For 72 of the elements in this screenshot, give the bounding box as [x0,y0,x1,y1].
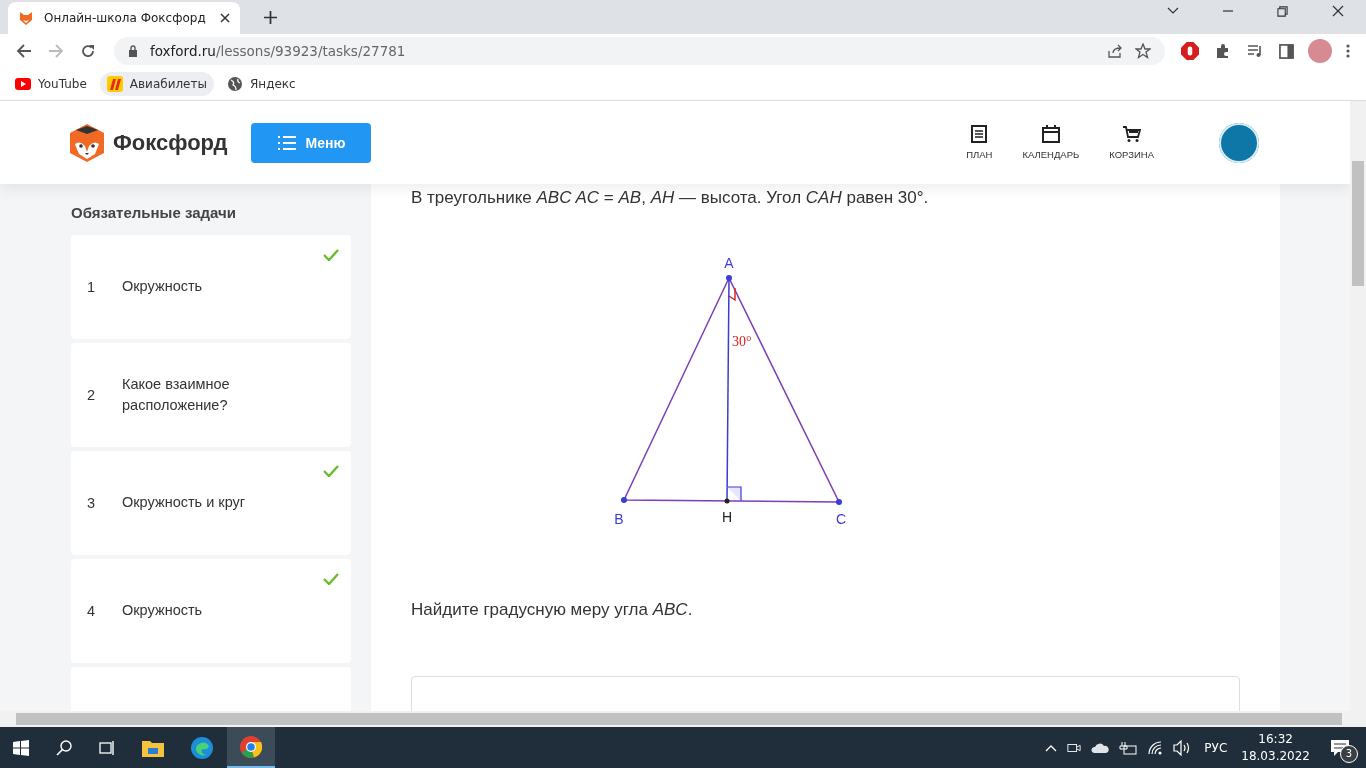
url-text: foxford.ru/lessons/93923/tasks/27781 [150,43,406,59]
folder-icon[interactable] [142,738,164,757]
horizontal-scrollbar[interactable] [0,711,1366,727]
point-label: A [724,255,734,271]
close-icon[interactable] [1332,5,1344,17]
wifi-icon[interactable] [1147,739,1164,756]
task-statement: В треугольнике ABC AC = AB, AH — высота. Угол CAH равен 30°. [411,188,930,208]
edge-icon[interactable] [191,736,213,759]
bookmark[interactable]: Авиабилеты [99,72,214,96]
puzzle-icon[interactable] [1215,43,1231,59]
calendar-icon [1041,125,1060,143]
tickets-icon [106,76,123,92]
search-icon[interactable] [56,739,72,756]
task-number: 2 [87,387,97,403]
vertical-scrollbar[interactable] [1350,101,1366,711]
chevron-up-icon[interactable] [1045,743,1058,752]
chevron-down-icon[interactable] [1167,7,1179,15]
speaker-icon[interactable] [1173,739,1192,756]
nav-link[interactable]: КАЛЕНДАРЬ [1022,125,1080,160]
task-card[interactable]: 2 Какое взаимное расположение? [71,343,351,447]
taskbar-button[interactable] [227,727,275,768]
close-icon[interactable] [220,13,230,23]
angle-label: 30° [732,334,752,349]
task-title: Окружность [122,277,204,297]
reload-icon[interactable] [80,43,96,59]
clock[interactable]: 16:32 18.03.2022 [1241,730,1310,765]
browser-tab[interactable]: Онлайн-школа Фоксфорд [8,2,240,34]
notification-badge: 3 [1340,744,1358,763]
task-card[interactable]: 1 Окружность [71,235,351,339]
globe-icon [226,76,243,92]
share-icon[interactable] [1107,43,1123,59]
task-number: 3 [87,495,97,511]
fox-logo-icon[interactable] [70,123,104,162]
avatar-icon[interactable] [1219,122,1259,163]
fox-icon [18,10,34,26]
task-title: Какое взаимное расположение? [122,375,231,415]
bookmark[interactable]: YouTube [8,73,94,95]
restore-icon[interactable] [1277,5,1288,17]
task-title: Окружность [122,601,204,621]
browser-icon [240,735,262,758]
document-icon [971,125,988,143]
windows-icon[interactable] [13,739,29,756]
playlist-icon[interactable] [1247,43,1263,59]
site-logo[interactable]: Фоксфорд [113,129,228,156]
list-icon [277,135,296,150]
new-tab-icon[interactable] [264,11,277,24]
language-indicator[interactable]: РУС [1204,740,1228,755]
sidebar-title: Обязательные задачи [71,204,237,221]
tab-title: Онлайн-школа Фоксфорд [44,11,207,25]
star-icon[interactable] [1135,43,1151,59]
side-panel-icon[interactable] [1279,43,1294,59]
task-title: Окружность и круг [122,493,247,513]
task-question: Найдите градусную меру угла ABC. [411,600,694,620]
task-view-icon[interactable] [99,739,115,756]
task-card[interactable]: 4 Окружность [71,559,351,663]
task-number: 1 [87,279,97,295]
task-card[interactable]: 3 Окружность и круг [71,451,351,555]
address-bar[interactable]: foxford.ru/lessons/93923/tasks/27781 [114,37,1165,65]
point-label: C [835,511,847,527]
lock-icon [128,45,138,57]
cloud-icon[interactable] [1091,742,1110,753]
more-icon[interactable] [1346,43,1350,59]
nav-link[interactable]: ПЛАН [966,125,993,160]
point-label: H [721,509,733,525]
bookmark[interactable]: Яндекс [219,72,303,96]
task-number: 4 [87,603,97,619]
point-label: B [614,511,624,527]
nav-link[interactable]: КОРЗИНА [1109,125,1154,160]
back-icon[interactable] [16,43,32,59]
avatar-icon[interactable] [1308,39,1332,63]
play-icon [15,78,31,90]
cart-icon [1122,125,1141,143]
